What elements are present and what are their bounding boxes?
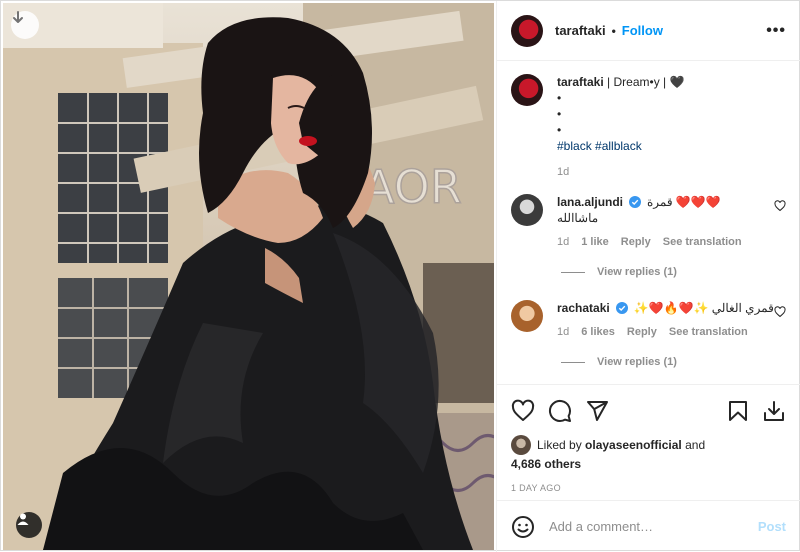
commenter-avatar[interactable] [511, 194, 543, 226]
see-translation-button[interactable]: See translation [669, 324, 748, 340]
tagged-users-button[interactable] [16, 512, 42, 538]
liker-avatar[interactable] [511, 435, 531, 455]
caption: taraftaki | Dream•y | 🖤 • • • #black #al… [511, 74, 786, 180]
caption-bullet: • [557, 123, 562, 137]
post-age[interactable]: 1 DAY AGO [511, 483, 786, 493]
commenter-username[interactable]: lana.aljundi [557, 194, 623, 210]
replies-line [561, 271, 585, 273]
comment-button[interactable] [548, 399, 572, 423]
view-replies-button[interactable]: View replies (1) [561, 266, 786, 278]
download-tray-icon [764, 401, 784, 421]
like-button[interactable] [511, 399, 535, 423]
comment-meta: 1d 1 like Reply See translation [557, 234, 786, 250]
caption-bullet: • [557, 107, 562, 121]
photo-illustration: AOR [3, 3, 494, 550]
comment-input[interactable] [549, 519, 758, 534]
download-icon [13, 11, 23, 23]
author-username[interactable]: taraftaki [555, 23, 606, 38]
comment-text: قمري الغالي ✨❤️🔥❤️✨ [633, 301, 774, 315]
action-icons [511, 397, 786, 425]
post-side-panel: taraftaki • Follow ••• taraftaki | Dream… [496, 1, 800, 552]
hashtag-link[interactable]: #allblack [595, 139, 642, 153]
commenter-username[interactable]: rachataki [557, 300, 610, 316]
comment-icon [548, 399, 571, 422]
follow-button[interactable]: Follow [622, 23, 663, 38]
comment-likes-count[interactable]: 6 likes [581, 324, 615, 340]
add-comment-bar: Post [497, 500, 800, 552]
bookmark-icon [729, 401, 747, 421]
view-replies-button[interactable]: View replies (1) [561, 356, 786, 368]
post-comment-button[interactable]: Post [758, 519, 786, 534]
comment-time[interactable]: 1d [557, 324, 569, 340]
caption-text: | Dream•y | 🖤 [607, 75, 685, 89]
comment-body: lana.aljundi ❤️❤️❤️ قمرة ماشاالله 1d 1 l… [557, 194, 786, 250]
comment: lana.aljundi ❤️❤️❤️ قمرة ماشاالله 1d 1 l… [511, 194, 786, 250]
likes-count[interactable]: 4,686 others [511, 457, 786, 471]
reply-button[interactable]: Reply [627, 324, 657, 340]
liker-username[interactable]: olayaseenofficial [585, 438, 682, 452]
caption-username[interactable]: taraftaki [557, 75, 604, 89]
caption-time[interactable]: 1d [557, 164, 786, 180]
reply-button[interactable]: Reply [621, 234, 651, 250]
heart-icon [511, 399, 535, 421]
comment-body: rachataki قمري الغالي ✨❤️🔥❤️✨ 1d 6 likes… [557, 300, 786, 340]
send-icon [587, 401, 608, 421]
view-replies-label: View replies (1) [597, 266, 677, 278]
post-actions: Liked by olayaseenofficial and 4,686 oth… [497, 384, 800, 493]
save-to-device-button[interactable] [762, 399, 786, 423]
share-button[interactable] [585, 399, 609, 423]
more-options-icon[interactable]: ••• [766, 22, 786, 40]
replies-line [561, 361, 585, 363]
save-button[interactable] [726, 399, 750, 423]
comment-meta: 1d 6 likes Reply See translation [557, 324, 786, 340]
author-avatar[interactable] [511, 14, 543, 47]
comment-likes-count[interactable]: 1 like [581, 234, 609, 250]
liked-by: Liked by olayaseenofficial and [511, 435, 786, 455]
comment-text-line2: ماشاالله [557, 211, 599, 225]
see-translation-button[interactable]: See translation [663, 234, 742, 250]
comments-list[interactable]: taraftaki | Dream•y | 🖤 • • • #black #al… [497, 62, 800, 384]
comment-like-icon[interactable] [774, 306, 786, 318]
comment: rachataki قمري الغالي ✨❤️🔥❤️✨ 1d 6 likes… [511, 300, 786, 340]
liked-by-prefix: Liked by [537, 438, 582, 452]
commenter-avatar[interactable] [511, 300, 543, 332]
svg-text:AOR: AOR [363, 160, 462, 214]
post-modal: AOR taraftaki • Follow ••• taraftaki | D… [0, 0, 800, 552]
verified-badge-icon [629, 196, 642, 208]
comment-like-icon[interactable] [774, 200, 786, 212]
download-button[interactable] [11, 11, 39, 39]
comment-time[interactable]: 1d [557, 234, 569, 250]
emoji-icon [512, 515, 534, 538]
hashtag-link[interactable]: #black [557, 139, 592, 153]
view-replies-label: View replies (1) [597, 356, 677, 368]
user-tag-icon [17, 513, 29, 525]
comment-text: ❤️❤️❤️ قمرة [647, 195, 721, 209]
verified-badge-icon [615, 302, 628, 314]
action-icons-right [726, 399, 786, 423]
header-separator: • [611, 23, 616, 38]
caption-bullet: • [557, 91, 562, 105]
emoji-button[interactable] [511, 515, 535, 539]
post-photo[interactable]: AOR [3, 3, 494, 550]
caption-body: taraftaki | Dream•y | 🖤 • • • #black #al… [557, 74, 786, 180]
caption-avatar[interactable] [511, 74, 543, 106]
liked-by-and: and [685, 438, 706, 452]
post-header: taraftaki • Follow ••• [497, 1, 800, 61]
